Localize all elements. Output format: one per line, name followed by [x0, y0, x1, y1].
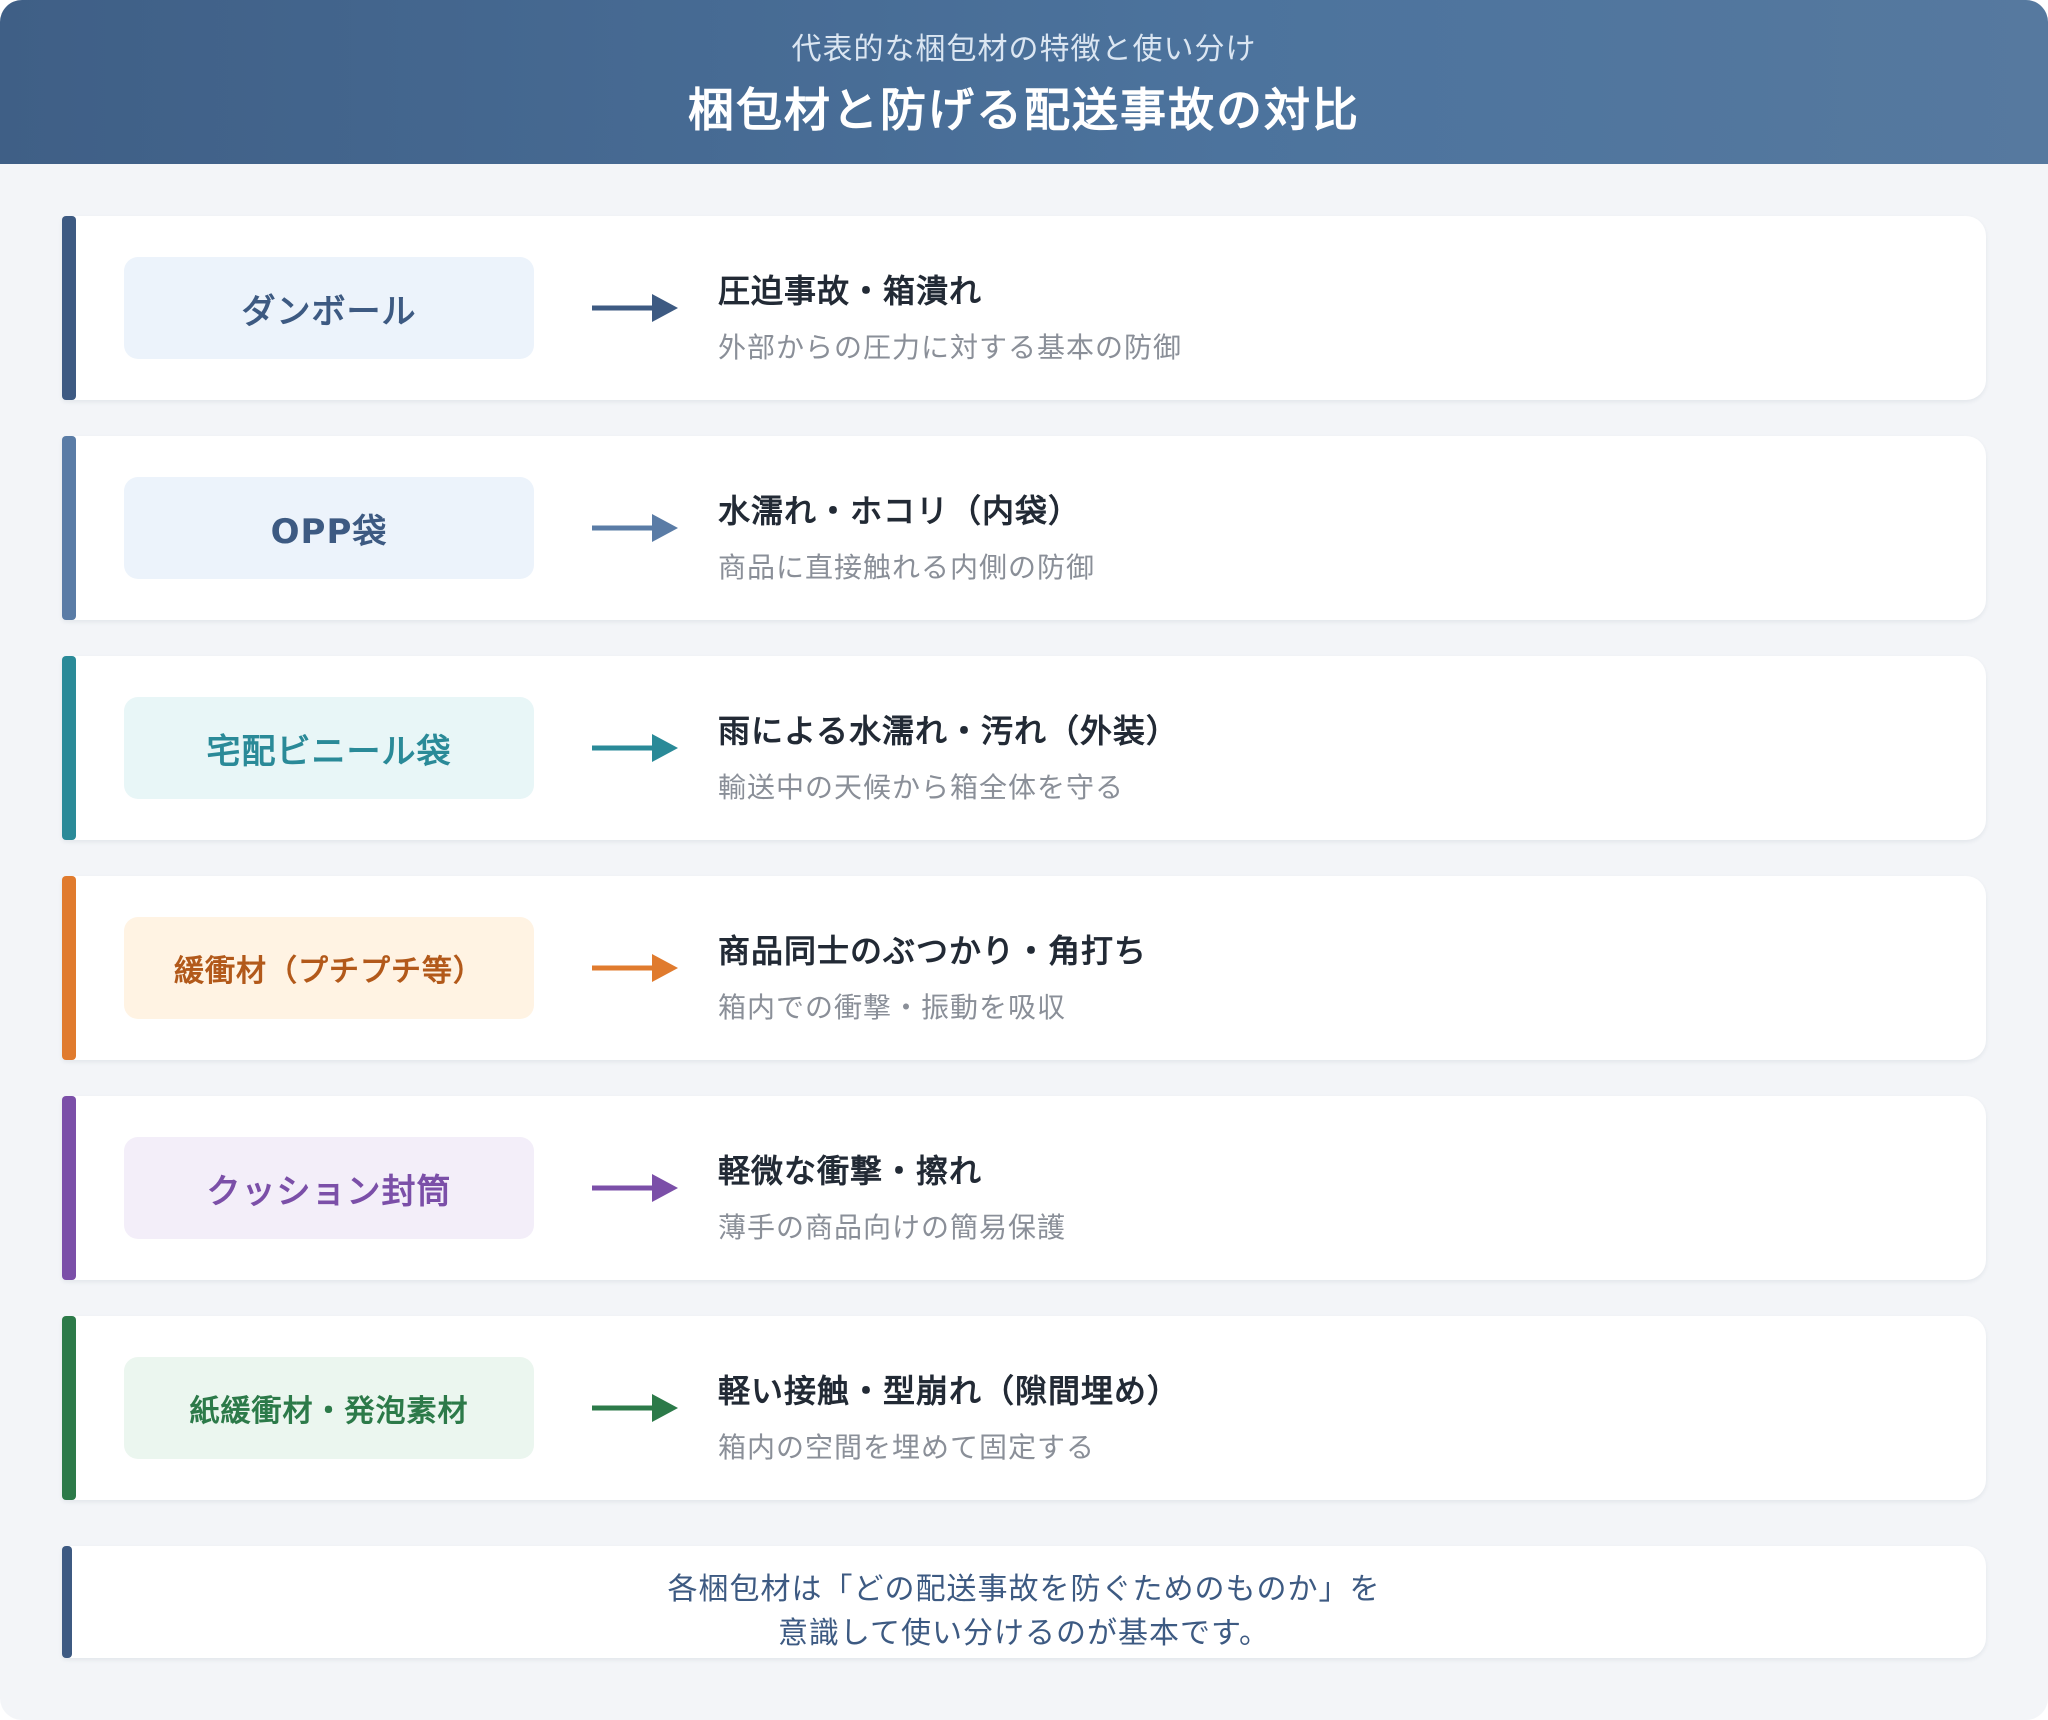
arrow-right-icon [592, 294, 678, 322]
diagram-frame: 代表的な梱包材の特徴と使い分け 梱包材と防げる配送事故の対比 ダンボール 圧迫事故… [0, 0, 2048, 1720]
material-row: クッション封筒 軽微な衝撃・擦れ薄手の商品向けの簡易保護 [62, 1096, 1986, 1280]
material-row: 宅配ビニール袋 雨による水濡れ・汚れ（外装） 輸送中の天候から箱全体を守る [62, 656, 1986, 840]
accident-title: 圧迫事故・箱潰れ [718, 272, 983, 310]
row-accent-bar [62, 656, 76, 840]
note-line-1: 各梱包材は「どの配送事故を防ぐためのものか」を [667, 1572, 1381, 1607]
accident-description: 箱内の空間を埋めて固定する [718, 1431, 1096, 1464]
row-accent-bar [62, 1316, 76, 1500]
material-name: ダンボール [241, 291, 417, 332]
arrow-right-icon [592, 514, 678, 542]
header-subtitle: 代表的な梱包材の特徴と使い分け [791, 32, 1257, 67]
accident-description: 薄手の商品向けの簡易保護 [718, 1211, 1067, 1244]
accident-title: 軽い接触・型崩れ（隙間埋め） [718, 1372, 1181, 1410]
row-accent-bar [62, 1096, 76, 1280]
material-name: クッション封筒 [206, 1171, 452, 1212]
material-row: ダンボール 圧迫事故・箱潰れ外部からの圧力に対する基本の防御 [62, 216, 1986, 400]
accident-description: 箱内での衝撃・振動を吸収 [718, 991, 1067, 1024]
arrow-right-icon [592, 1394, 678, 1422]
accident-description: 商品に直接触れる内側の防御 [718, 551, 1096, 584]
material-label-box: 紙緩衝材・発泡素材 [124, 1357, 534, 1459]
material-label-box: 宅配ビニール袋 [124, 697, 534, 799]
material-name: 緩衝材（プチプチ等） [174, 954, 484, 989]
accident-description: 輸送中の天候から箱全体を守る [718, 771, 1125, 804]
arrow-right-icon [592, 1174, 678, 1202]
material-row: 緩衝材（プチプチ等） 商品同士のぶつかり・角打ち箱内での衝撃・振動を吸収 [62, 876, 1986, 1060]
material-row: OPP袋 水濡れ・ホコリ（内袋） 商品に直接触れる内側の防御 [62, 436, 1986, 620]
header-title: 梱包材と防げる配送事故の対比 [688, 83, 1360, 137]
arrow-right-icon [592, 954, 678, 982]
material-label-box: OPP袋 [124, 477, 534, 579]
row-accent-bar [62, 876, 76, 1060]
material-row: 紙緩衝材・発泡素材 軽い接触・型崩れ（隙間埋め） 箱内の空間を埋めて固定する [62, 1316, 1986, 1500]
material-name: 紙緩衝材・発泡素材 [189, 1394, 469, 1429]
header: 代表的な梱包材の特徴と使い分け 梱包材と防げる配送事故の対比 [0, 0, 2048, 164]
material-label-box: ダンボール [124, 257, 534, 359]
row-accent-bar [62, 216, 76, 400]
accident-title: 雨による水濡れ・汚れ（外装） [718, 712, 1180, 750]
note-text: 各梱包材は「どの配送事故を防ぐためのものか」を 意識して使い分けるのが基本です。 [62, 1568, 1986, 1656]
material-name: 宅配ビニール袋 [206, 731, 452, 772]
accident-description: 外部からの圧力に対する基本の防御 [718, 331, 1183, 364]
material-name: OPP袋 [270, 511, 388, 552]
summary-note: 各梱包材は「どの配送事故を防ぐためのものか」を 意識して使い分けるのが基本です。 [62, 1546, 1986, 1658]
row-accent-bar [62, 436, 76, 620]
material-label-box: 緩衝材（プチプチ等） [124, 917, 534, 1019]
arrow-right-icon [592, 734, 678, 762]
accident-title: 水濡れ・ホコリ（内袋） [718, 492, 1082, 530]
note-line-2: 意識して使い分けるのが基本です。 [777, 1616, 1271, 1651]
accident-title: 軽微な衝撃・擦れ [718, 1152, 983, 1190]
material-label-box: クッション封筒 [124, 1137, 534, 1239]
accident-title: 商品同士のぶつかり・角打ち [718, 932, 1148, 970]
